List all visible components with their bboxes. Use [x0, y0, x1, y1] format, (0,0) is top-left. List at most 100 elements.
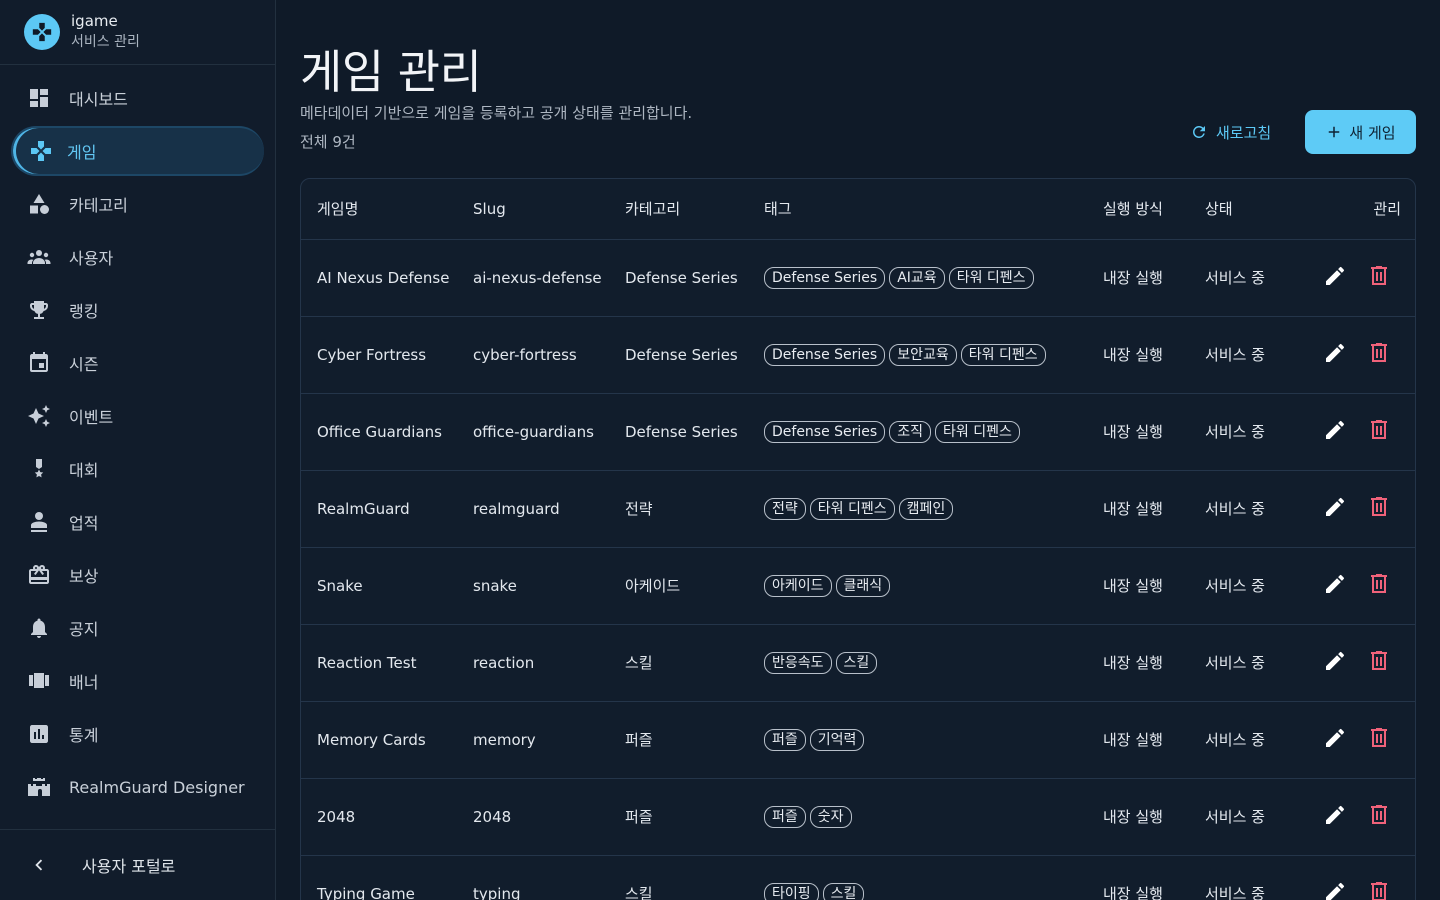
cell-category: 퍼즐	[609, 778, 748, 856]
table-row[interactable]: AI Nexus Defense ai-nexus-defense Defense …	[301, 239, 1415, 317]
cell-status: 서비스 중	[1189, 778, 1299, 856]
edit-icon[interactable]	[1323, 803, 1347, 831]
table-row[interactable]: RealmGuard realmguard 전략 전략 타워 디펜스 캠페인 내장 실행 서비…	[301, 470, 1415, 548]
cell-slug: snake	[457, 547, 609, 625]
table-row[interactable]: Cyber Fortress cyber-fortress Defense Seri…	[301, 316, 1415, 394]
delete-icon[interactable]	[1367, 264, 1391, 292]
tag-chip: 타워 디펜스	[960, 343, 1046, 366]
sidebar-item-label: 업적	[69, 514, 99, 533]
delete-icon[interactable]	[1367, 495, 1391, 523]
column-header-slug[interactable]: Slug	[457, 179, 609, 240]
table-row[interactable]: Office Guardians office-guardians Defense …	[301, 393, 1415, 471]
sidebar: igame 서비스 관리 대시보드 게임 카테고리 사용자 랭킹 시즌 이벤트 …	[0, 0, 276, 900]
sidebar-item-label: 통계	[69, 726, 99, 745]
column-header-status[interactable]: 상태	[1189, 179, 1299, 240]
tag-chip: Defense Series	[764, 266, 886, 289]
sidebar-item-notice[interactable]: 공지	[11, 603, 264, 653]
cell-tags: 반응속도 스킬	[748, 624, 1087, 702]
delete-icon[interactable]	[1367, 341, 1391, 369]
edit-icon[interactable]	[1323, 726, 1347, 754]
delete-icon[interactable]	[1367, 726, 1391, 754]
cell-category: 스킬	[609, 855, 748, 900]
table-row[interactable]: Snake snake 아케이드 아케이드 클래식 내장 실행 서비스 중	[301, 547, 1415, 625]
sidebar-item-label: 카테고리	[69, 196, 128, 215]
edit-icon[interactable]	[1323, 264, 1347, 292]
new-game-button[interactable]: 새 게임	[1305, 110, 1416, 154]
table-row[interactable]: 2048 2048 퍼즐 퍼즐 숫자 내장 실행 서비스 중	[301, 778, 1415, 856]
cell-status: 서비스 중	[1189, 855, 1299, 900]
sidebar-item-label: 랭킹	[69, 302, 99, 321]
cell-mode: 내장 실행	[1087, 393, 1189, 471]
cell-mode: 내장 실행	[1087, 239, 1189, 317]
delete-icon[interactable]	[1367, 803, 1391, 831]
delete-icon[interactable]	[1367, 572, 1391, 600]
sidebar-item-stats[interactable]: 통계	[11, 709, 264, 759]
table-row[interactable]: Typing Game typing 스킬 타이핑 스킬 내장 실행 서비스 중	[301, 855, 1415, 900]
sidebar-item-realmguard-designer[interactable]: RealmGuard Designer	[11, 762, 264, 812]
games-table: 게임명 Slug 카테고리 태그 실행 방식 상태 관리 AI Nexus De…	[300, 178, 1416, 900]
edit-icon[interactable]	[1323, 495, 1347, 523]
table-row[interactable]: Memory Cards memory 퍼즐 퍼즐 기억력 내장 실행 서비스 중	[301, 701, 1415, 779]
cell-status: 서비스 중	[1189, 624, 1299, 702]
plus-icon	[1329, 126, 1340, 138]
cell-slug: reaction	[457, 624, 609, 702]
calendar-icon	[27, 351, 51, 375]
table-header-row: 게임명 Slug 카테고리 태그 실행 방식 상태 관리	[301, 179, 1415, 240]
cell-game-name: Typing Game	[301, 855, 457, 900]
cell-actions	[1299, 316, 1415, 394]
delete-icon[interactable]	[1367, 880, 1391, 900]
edit-icon[interactable]	[1323, 341, 1347, 369]
sidebar-item-dashboard[interactable]: 대시보드	[11, 73, 264, 123]
cell-actions	[1299, 624, 1415, 702]
edit-icon[interactable]	[1323, 418, 1347, 446]
column-header-name[interactable]: 게임명	[301, 179, 457, 240]
table-row[interactable]: Reaction Test reaction 스킬 반응속도 스킬 내장 실행 서비스 중	[301, 624, 1415, 702]
trophy-icon	[27, 298, 51, 322]
delete-icon[interactable]	[1367, 649, 1391, 677]
sidebar-item-ranking[interactable]: 랭킹	[11, 285, 264, 335]
edit-icon[interactable]	[1323, 880, 1347, 900]
column-header-mode[interactable]: 실행 방식	[1087, 179, 1189, 240]
tag-chip: 클래식	[835, 574, 891, 597]
column-header-tags[interactable]: 태그	[748, 179, 1087, 240]
brand-subtitle: 서비스 관리	[71, 34, 140, 50]
delete-icon[interactable]	[1367, 418, 1391, 446]
sidebar-item-label: 대시보드	[69, 90, 128, 109]
cell-tags: 전략 타워 디펜스 캠페인	[748, 470, 1087, 548]
sidebar-item-tournament[interactable]: 대회	[11, 444, 264, 494]
cell-mode: 내장 실행	[1087, 778, 1189, 856]
sidebar-item-events[interactable]: 이벤트	[11, 391, 264, 441]
sidebar-item-games[interactable]: 게임	[11, 126, 264, 176]
brand[interactable]: igame 서비스 관리	[0, 0, 275, 65]
cell-category: Defense Series	[609, 316, 748, 394]
gift-icon	[27, 563, 51, 587]
new-game-label: 새 게임	[1349, 123, 1396, 142]
sidebar-item-banner[interactable]: 배너	[11, 656, 264, 706]
sidebar-item-category[interactable]: 카테고리	[11, 179, 264, 229]
cell-actions	[1299, 701, 1415, 779]
sidebar-item-achievements[interactable]: 업적	[11, 497, 264, 547]
column-header-actions: 관리	[1299, 179, 1415, 240]
edit-icon[interactable]	[1323, 572, 1347, 600]
tag-chip: Defense Series	[764, 420, 886, 443]
cell-slug: ai-nexus-defense	[457, 239, 609, 317]
tag-chip: 퍼즐	[764, 805, 806, 828]
sidebar-item-season[interactable]: 시즌	[11, 338, 264, 388]
sidebar-item-label: 게임	[67, 143, 97, 162]
cell-game-name: Cyber Fortress	[301, 316, 457, 394]
sidebar-nav: 대시보드 게임 카테고리 사용자 랭킹 시즌 이벤트 대회 업적 보상 공지 배…	[0, 65, 275, 812]
tag-chip: 타워 디펜스	[948, 266, 1034, 289]
sidebar-item-rewards[interactable]: 보상	[11, 550, 264, 600]
refresh-button[interactable]: 새로고침	[1190, 118, 1271, 146]
column-header-category[interactable]: 카테고리	[609, 179, 748, 240]
back-to-user-portal[interactable]: 사용자 포털로	[0, 829, 275, 900]
cell-game-name: 2048	[301, 778, 457, 856]
cell-mode: 내장 실행	[1087, 701, 1189, 779]
sidebar-item-users[interactable]: 사용자	[11, 232, 264, 282]
cell-status: 서비스 중	[1189, 239, 1299, 317]
dashboard-icon	[27, 86, 51, 110]
total-count: 전체 9건	[300, 133, 356, 151]
cell-mode: 내장 실행	[1087, 316, 1189, 394]
cell-status: 서비스 중	[1189, 393, 1299, 471]
edit-icon[interactable]	[1323, 649, 1347, 677]
